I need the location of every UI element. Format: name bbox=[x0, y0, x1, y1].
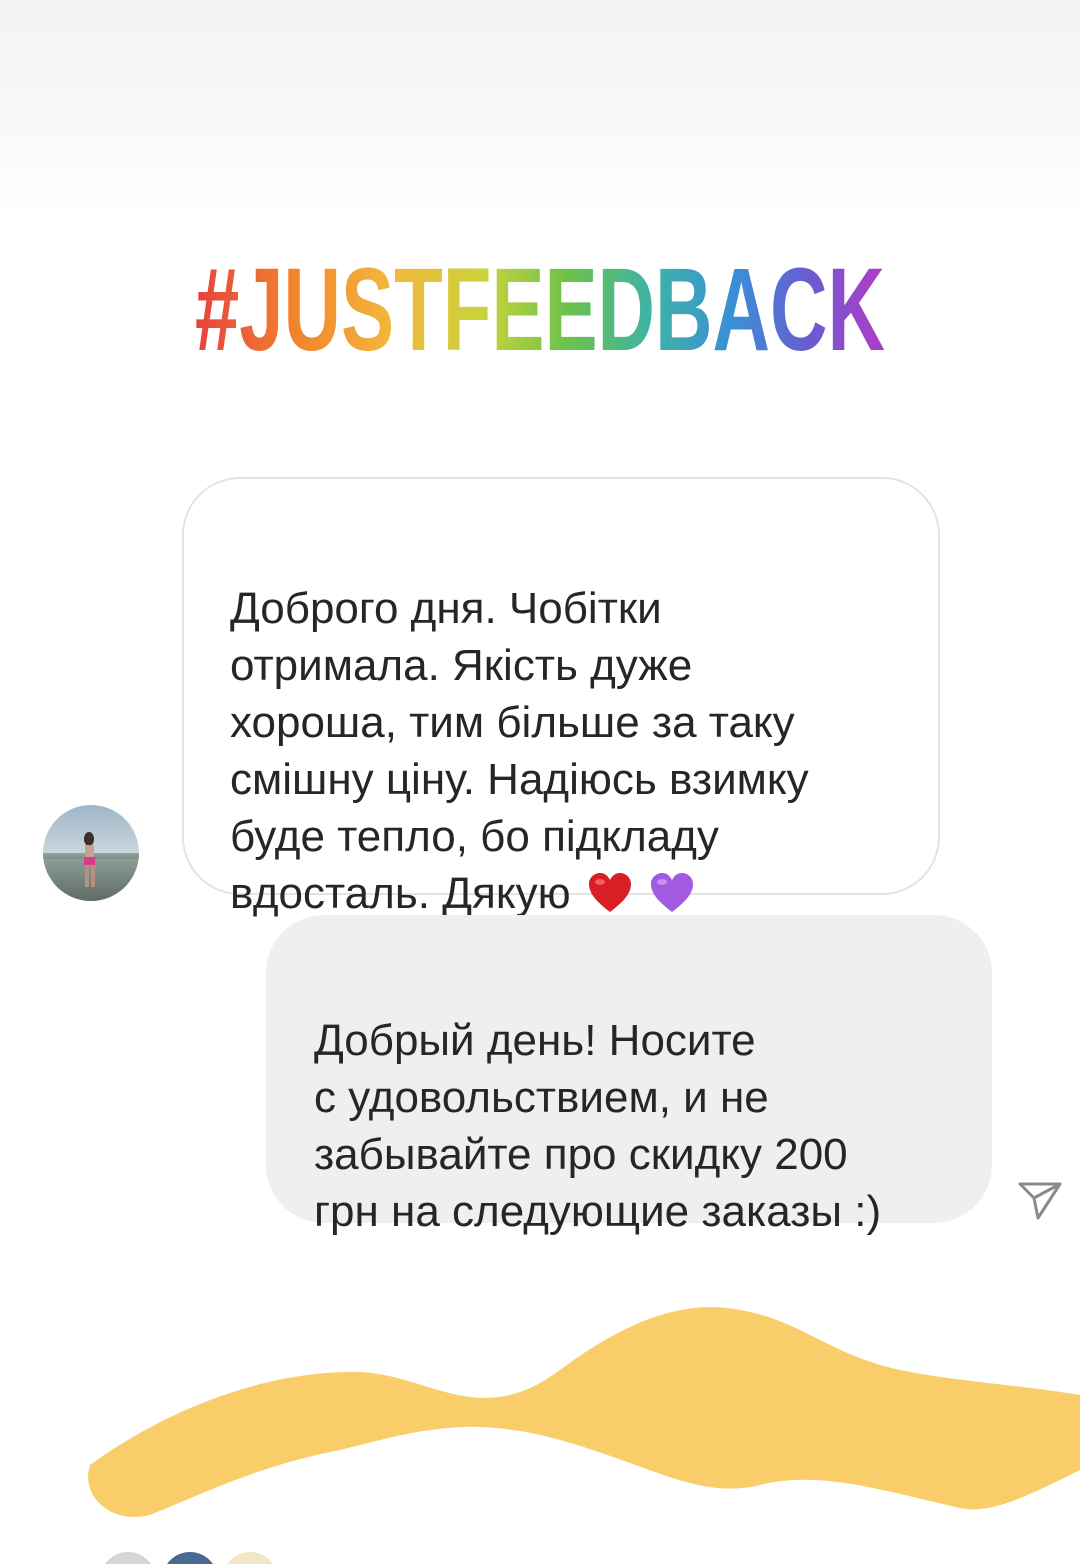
hashtag-title: #JUSTFEEDBACK bbox=[0, 255, 1080, 365]
highlight-scribble bbox=[88, 1307, 1080, 1517]
story-viewers-strip bbox=[105, 1552, 273, 1564]
avatar-image bbox=[43, 805, 139, 901]
hashtag-title-art: #JUSTFEEDBACK bbox=[195, 255, 885, 365]
user-avatar[interactable] bbox=[43, 805, 139, 901]
outgoing-message-bubble: Добрый день! Носите с удовольствием, и н… bbox=[266, 915, 992, 1236]
hashtag-text: #JUSTFEEDBACK bbox=[195, 255, 885, 365]
send-direct-icon[interactable] bbox=[1016, 1178, 1064, 1222]
incoming-message-text: Доброго дня. Чобітки отримала. Якість ду… bbox=[230, 584, 809, 918]
outgoing-message-text: Добрый день! Носите с удовольствием, и н… bbox=[314, 1016, 882, 1236]
story-screen: #JUSTFEEDBACK Доброго дня. Чобітки отрим… bbox=[0, 0, 1080, 1564]
incoming-message-bubble: Доброго дня. Чобітки отримала. Якість ду… bbox=[182, 477, 940, 918]
